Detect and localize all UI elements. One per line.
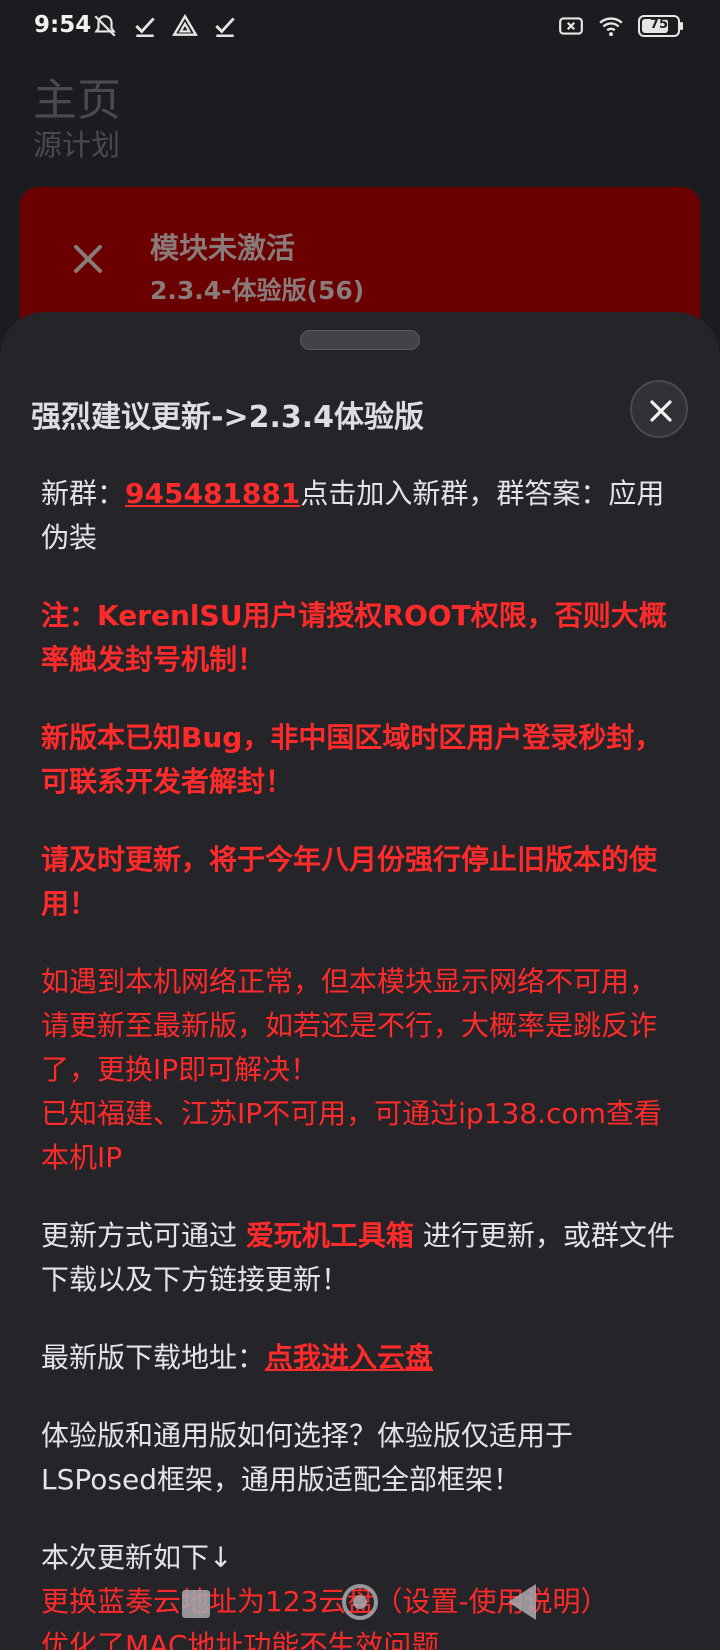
module-version: 2.3.4-体验版(56) xyxy=(150,276,365,305)
toolbox-link[interactable]: 爱玩机工具箱 xyxy=(246,1219,414,1252)
close-button[interactable] xyxy=(630,380,688,438)
status-bar: 9:54 75 xyxy=(0,0,720,56)
bug-warning: 新版本已知Bug，非中国区域时区用户登录秒封，可联系开发者解封！ xyxy=(41,721,663,798)
module-status-title: 模块未激活 xyxy=(150,231,296,265)
root-warning: 注：KerenlSU用户请授权ROOT权限，否则大概率触发封号机制！ xyxy=(41,599,667,676)
home-button[interactable] xyxy=(342,1584,378,1620)
status-time: 9:54 xyxy=(34,12,92,38)
sheet-drag-handle[interactable] xyxy=(300,330,420,350)
group-number-link[interactable]: 945481881 xyxy=(125,477,300,510)
recents-button[interactable] xyxy=(182,1590,210,1618)
notifications-off-icon xyxy=(94,15,116,37)
page-subtitle: 源计划 xyxy=(33,128,121,162)
close-icon xyxy=(74,245,102,273)
close-icon xyxy=(650,400,672,422)
network-notice: 如遇到本机网络正常，但本模块显示网络不可用，请更新至最新版，如若还是不行，大概率… xyxy=(41,965,662,1174)
battery-icon: 75 xyxy=(638,15,684,37)
download-info: 最新版下载地址：点我进入云盘 xyxy=(41,1341,434,1374)
back-button[interactable] xyxy=(508,1584,536,1620)
cloud-download-link[interactable]: 点我进入云盘 xyxy=(265,1341,433,1374)
battery-level: 75 xyxy=(649,17,669,32)
version-choice-text: 体验版和通用版如何选择？体验版仅适用于LSPosed框架，通用版适配全部框架！ xyxy=(41,1419,574,1496)
sim-off-icon xyxy=(559,17,583,35)
update-notes: 新群：945481881点击加入新群，群答案：应用伪装 注：KerenlSU用户… xyxy=(41,472,681,1650)
wifi-icon xyxy=(599,17,623,37)
update-method: 更新方式可通过 爱玩机工具箱 进行更新，或群文件下载以及下方链接更新！ xyxy=(41,1219,675,1296)
page-title: 主页 xyxy=(33,75,121,126)
check-icon xyxy=(135,17,155,38)
update-bottom-sheet: 强烈建议更新->2.3.4体验版 新群：945481881点击加入新群，群答案：… xyxy=(0,312,720,1650)
sheet-title: 强烈建议更新->2.3.4体验版 xyxy=(31,400,425,435)
update-warning: 请及时更新，将于今年八月份强行停止旧版本的使用！ xyxy=(41,843,658,920)
navigation-bar xyxy=(0,1570,720,1650)
delta-icon xyxy=(172,13,198,36)
check-icon xyxy=(215,17,235,38)
group-info: 新群：945481881点击加入新群，群答案：应用伪装 xyxy=(41,477,665,554)
